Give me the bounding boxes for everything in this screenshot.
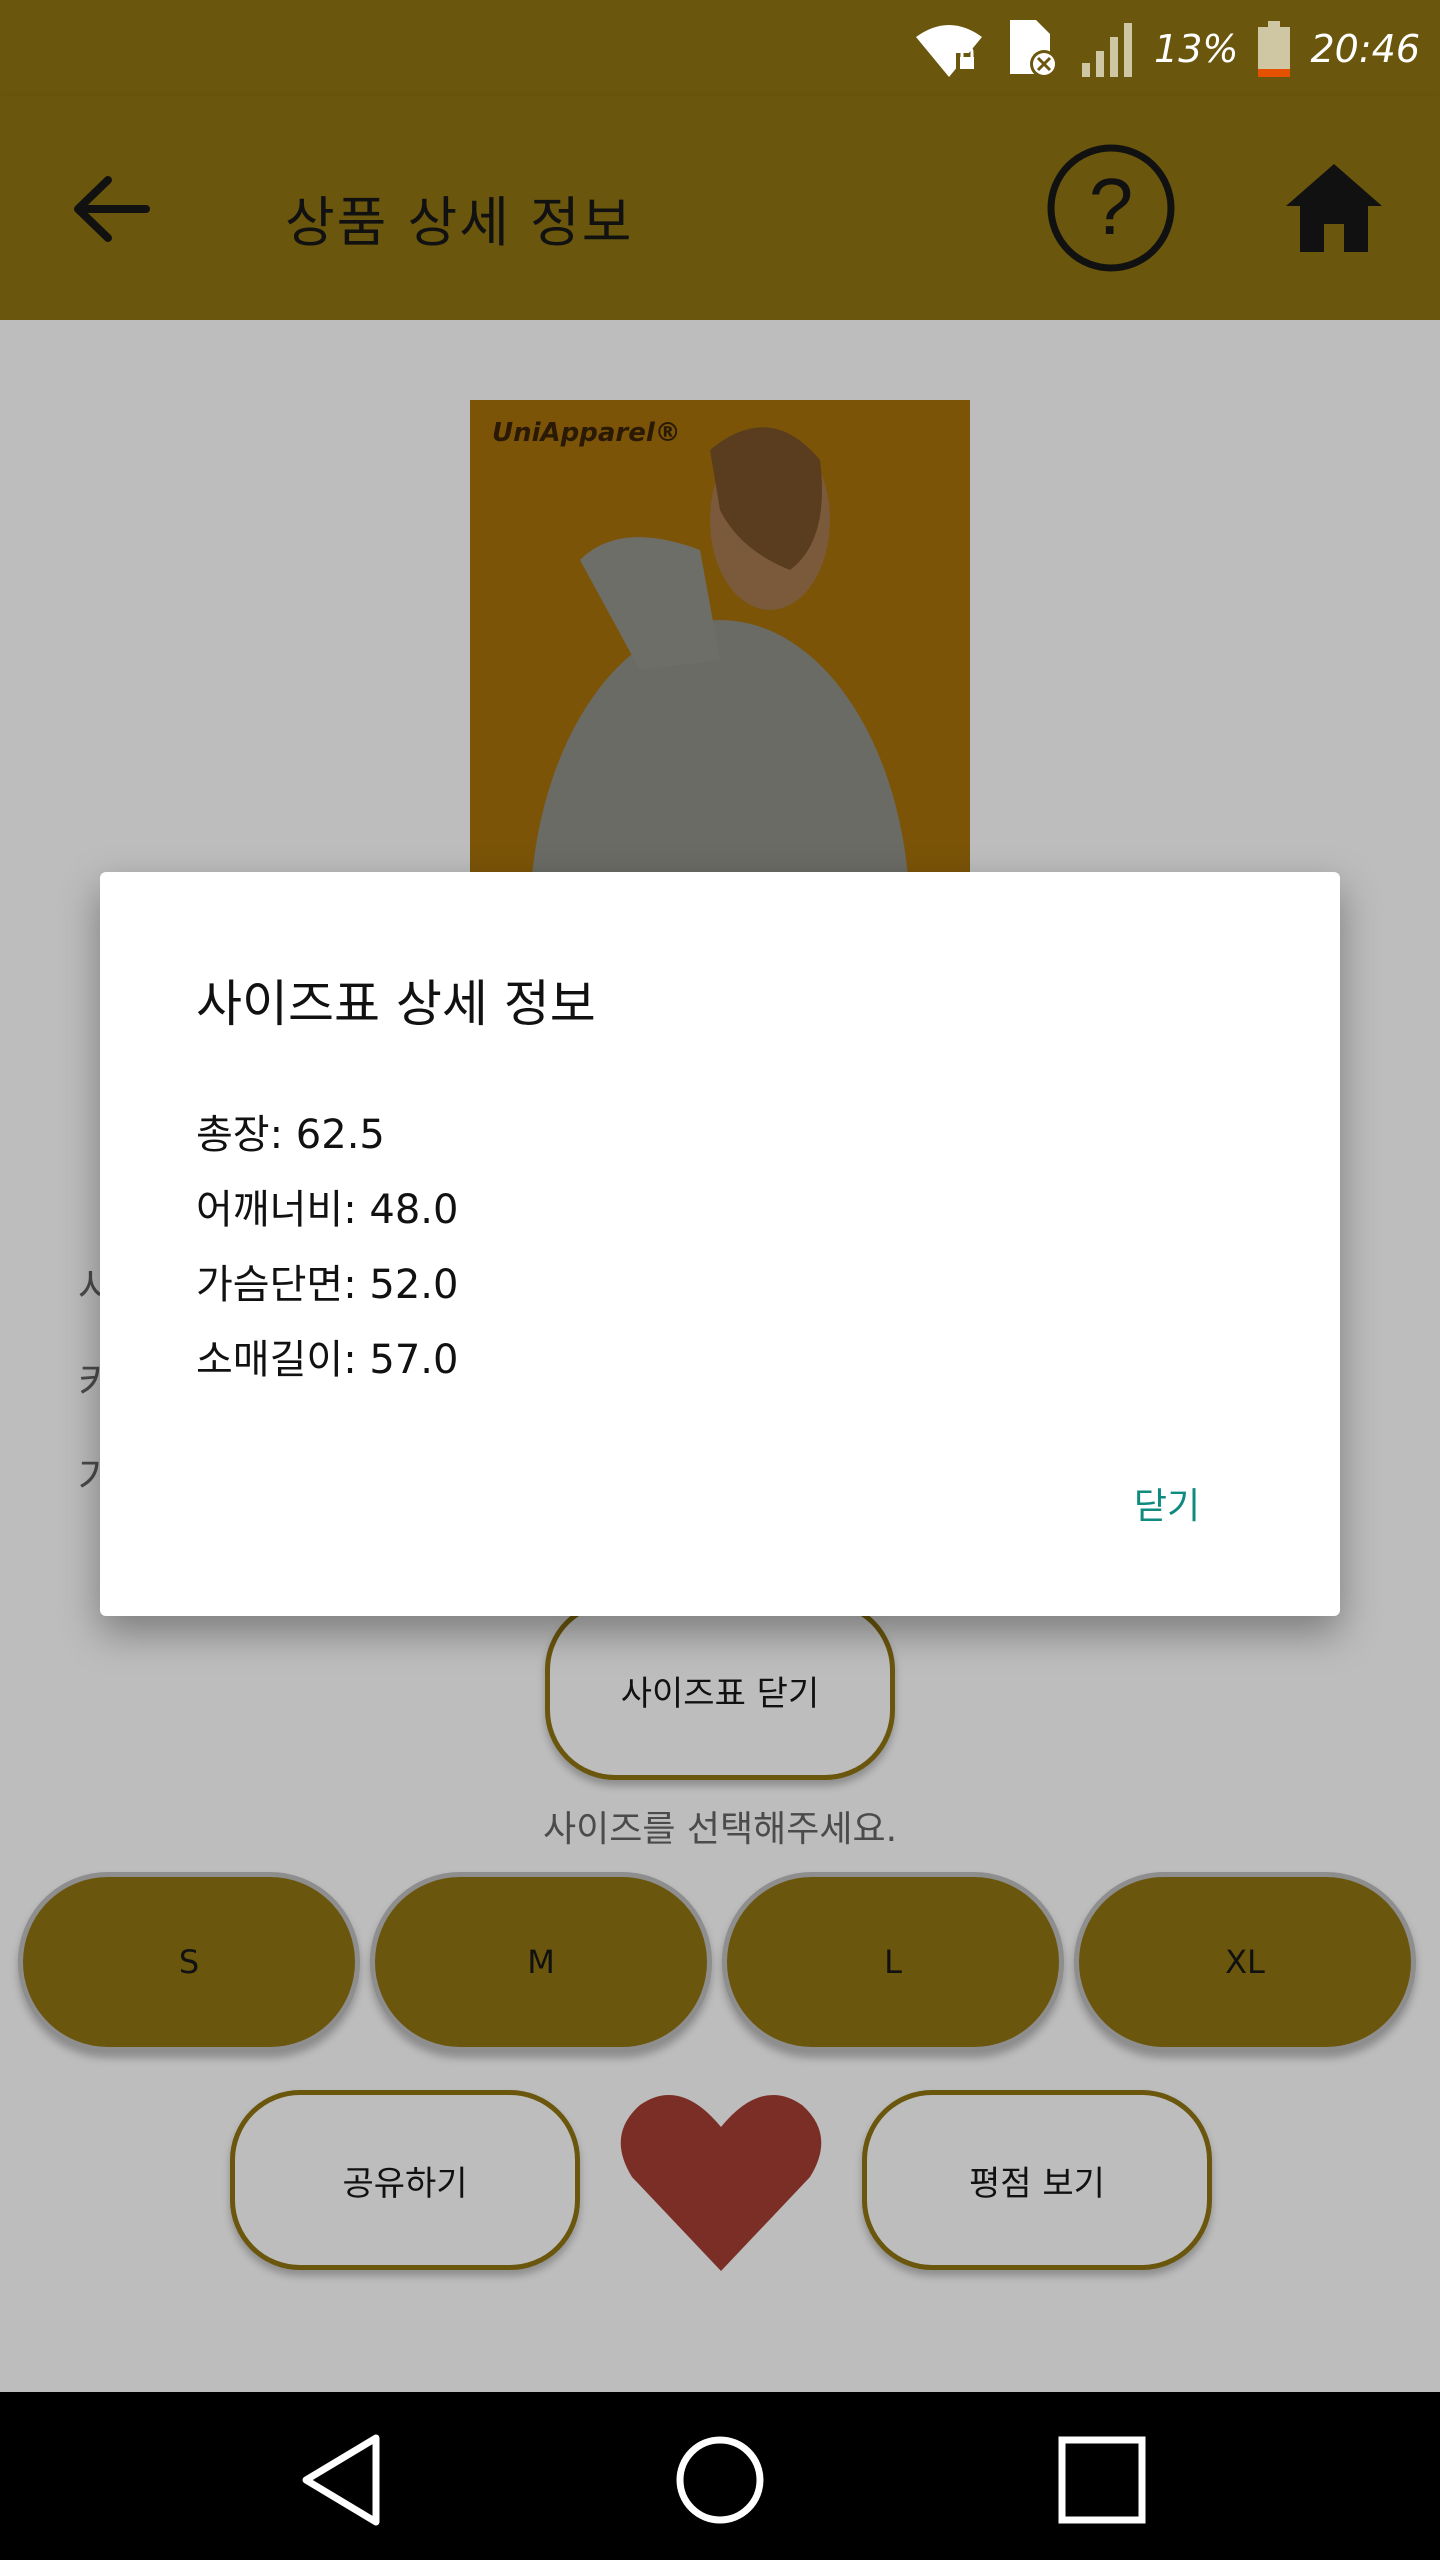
spec-total-length: 총장: 62.5 bbox=[196, 1112, 385, 1158]
product-image: UniApparel® bbox=[470, 400, 970, 880]
recents-square-icon bbox=[1058, 2436, 1146, 2524]
close-size-chart-button[interactable]: 사이즈표 닫기 bbox=[545, 1600, 895, 1780]
share-button[interactable]: 공유하기 bbox=[230, 2090, 580, 2270]
sim-off-icon bbox=[1010, 20, 1059, 78]
spec-shoulder-width: 어깨너비: 48.0 bbox=[196, 1187, 459, 1233]
wifi-lock-icon bbox=[916, 25, 983, 77]
like-button[interactable] bbox=[618, 2085, 824, 2275]
battery-percent: 13% bbox=[1154, 27, 1239, 71]
status-bar: 13% 20:46 bbox=[0, 0, 1440, 96]
nav-back-button[interactable] bbox=[292, 2430, 392, 2530]
signal-icon bbox=[1082, 23, 1133, 77]
brand-logo: UniApparel® bbox=[492, 418, 681, 448]
nav-recents-button[interactable] bbox=[1052, 2430, 1152, 2530]
size-chart-dialog: 사이즈표 상세 정보 총장: 62.5 어깨너비: 48.0 가슴단면: 52.… bbox=[100, 872, 1340, 1616]
size-hint: 사이즈를 선택해주세요. bbox=[542, 1809, 898, 1850]
rating-button[interactable]: 평점 보기 bbox=[862, 2090, 1212, 2270]
back-button[interactable] bbox=[70, 174, 150, 244]
status-icons: 13% 20:46 bbox=[912, 14, 1420, 84]
help-button[interactable]: ? bbox=[1045, 142, 1177, 274]
heart-icon bbox=[620, 2094, 822, 2271]
spec-chest-width: 가슴단면: 52.0 bbox=[196, 1262, 459, 1308]
size-button-l[interactable]: L bbox=[722, 1872, 1064, 2052]
size-button-xl[interactable]: XL bbox=[1074, 1872, 1416, 2052]
battery-icon bbox=[1258, 21, 1291, 77]
home-button[interactable] bbox=[1282, 160, 1386, 256]
clock: 20:46 bbox=[1310, 27, 1420, 71]
size-button-m[interactable]: M bbox=[370, 1872, 712, 2052]
spec-sleeve-length: 소매길이: 57.0 bbox=[196, 1337, 459, 1383]
page-title: 상품 상세 정보 bbox=[285, 191, 634, 254]
product-photo bbox=[470, 400, 970, 880]
home-circle-icon bbox=[676, 2436, 764, 2524]
back-triangle-icon bbox=[302, 2434, 380, 2526]
size-selector: S M L XL bbox=[18, 1872, 1422, 2052]
dialog-close-button[interactable]: 닫기 bbox=[1112, 1468, 1222, 1538]
svg-text:?: ? bbox=[1089, 162, 1134, 251]
home-icon bbox=[1286, 164, 1382, 252]
nav-home-button[interactable] bbox=[670, 2430, 770, 2530]
dialog-title: 사이즈표 상세 정보 bbox=[196, 975, 596, 1033]
arrow-left-icon bbox=[74, 176, 150, 242]
size-button-s[interactable]: S bbox=[18, 1872, 360, 2052]
app-bar: 상품 상세 정보 ? bbox=[0, 96, 1440, 320]
help-circle-icon: ? bbox=[1047, 144, 1175, 272]
system-nav-bar bbox=[0, 2392, 1440, 2560]
